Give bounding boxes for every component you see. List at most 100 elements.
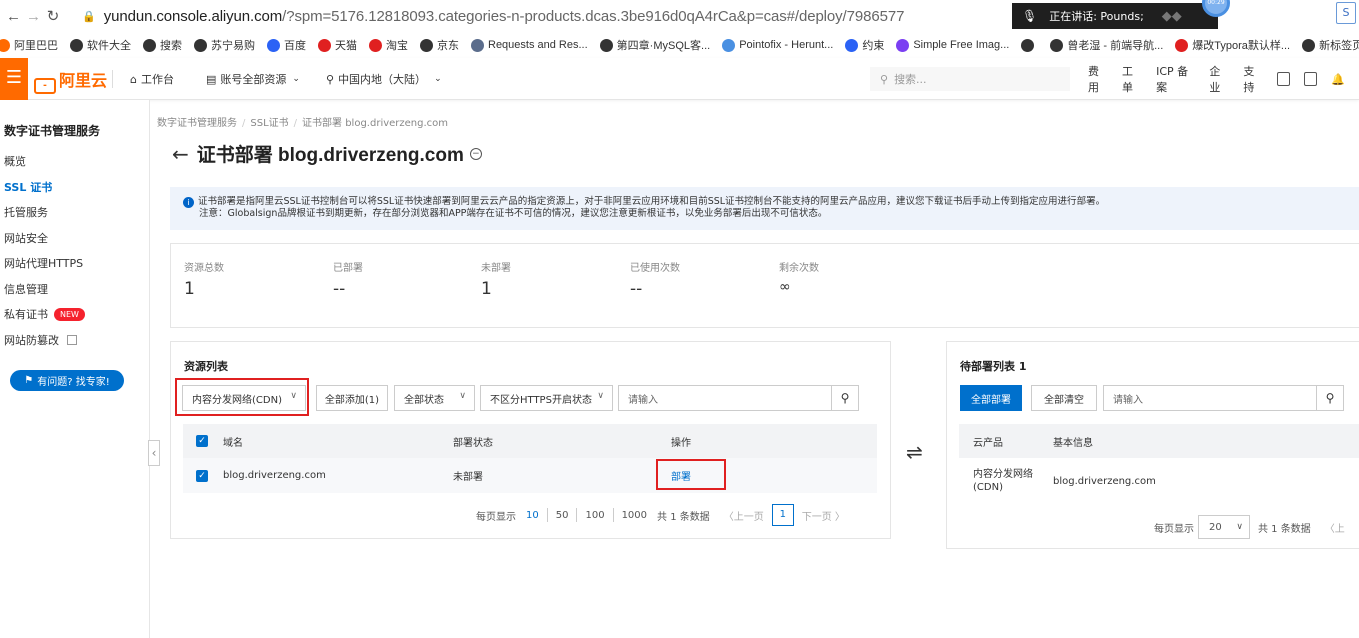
menu-hamburger-icon[interactable]: ☰ — [0, 58, 28, 100]
bookmark-item[interactable]: 京东 — [420, 37, 459, 53]
bookmark-item[interactable]: 阿里巴巴 — [0, 37, 58, 53]
bookmark-favicon-icon — [318, 38, 331, 52]
global-search-input[interactable]: ⚲ 搜索... — [870, 67, 1070, 91]
select-all-checkbox[interactable]: ✓ — [196, 435, 208, 447]
table-row: ✓ blog.driverzeng.com 未部署 部署 — [183, 458, 877, 493]
bookmark-item[interactable]: 新标签页 — [1302, 37, 1359, 53]
back-arrow-icon[interactable]: ← — [6, 8, 21, 25]
sidebar-collapse-handle[interactable]: ‹ — [148, 440, 160, 466]
sidebar-item-ssl[interactable]: SSL 证书 — [0, 175, 149, 201]
page-number-button[interactable]: 1 — [771, 504, 794, 526]
reload-icon[interactable]: ↻ — [46, 7, 60, 25]
stat-undeployed: 未部署 1 — [481, 263, 511, 299]
bookmark-item[interactable] — [1021, 38, 1038, 52]
bookmark-item[interactable]: 爆改Typora默认样... — [1175, 37, 1290, 53]
sidebar-item-overview[interactable]: 概览 — [0, 149, 149, 175]
billing-link[interactable]: 费用 — [1088, 63, 1108, 95]
resource-scope-dropdown[interactable]: ▤ 账号全部资源 ⌄ — [206, 68, 300, 90]
https-filter-select[interactable]: 不区分HTTPS开启状态 ∨ — [480, 385, 613, 411]
app-icon[interactable] — [1277, 72, 1291, 86]
info-icon[interactable]: − — [469, 147, 482, 160]
sidebar-item-private-cert[interactable]: 私有证书 NEW — [0, 302, 149, 328]
terminal-icon[interactable] — [1304, 72, 1318, 86]
page-size-option[interactable]: 10 — [526, 510, 539, 521]
sidebar-item-info[interactable]: 信息管理 — [0, 277, 149, 303]
pending-search-input[interactable]: 请输入 — [1103, 385, 1317, 411]
ticket-link[interactable]: 工单 — [1122, 63, 1142, 95]
chevron-down-icon: ∨ — [1236, 522, 1243, 532]
search-icon[interactable]: ⚲ — [831, 385, 859, 411]
sidebar-item-site-security[interactable]: 网站安全 — [0, 226, 149, 252]
row-checkbox[interactable]: ✓ — [196, 469, 208, 482]
support-link[interactable]: 支持 — [1243, 63, 1263, 95]
external-link-icon — [67, 335, 77, 346]
clear-all-button[interactable]: 全部清空 — [1031, 385, 1097, 411]
bookmark-item[interactable]: Simple Free Imag... — [896, 38, 1009, 52]
enterprise-link[interactable]: 企业 — [1209, 63, 1229, 95]
breadcrumb: 数字证书管理服务 / SSL证书 / 证书部署 blog.driverzeng.com — [157, 118, 449, 129]
bookmark-favicon-icon — [143, 38, 156, 52]
stat-total: 资源总数 1 — [184, 263, 224, 299]
sidebar-item-https-proxy[interactable]: 网站代理HTTPS — [0, 251, 149, 277]
bell-icon[interactable]: 🔔 — [1331, 73, 1345, 86]
bookmark-item[interactable]: Requests and Res... — [471, 38, 588, 52]
status-filter-select[interactable]: 全部状态 ∨ — [394, 385, 475, 411]
sidebar-title: 数字证书管理服务 — [4, 124, 101, 138]
new-badge: NEW — [54, 308, 85, 322]
info-icon: i — [183, 197, 194, 208]
icp-link[interactable]: ICP 备案 — [1156, 63, 1195, 95]
sidebar-item-hosting[interactable]: 托管服务 — [0, 200, 149, 226]
next-page-button[interactable]: 下一页 〉 — [802, 508, 845, 523]
bookmarks-bar: 阿里巴巴 软件大全 搜索 苏宁易购 百度 天猫 淘宝 京东 Requests and Res..… — [0, 32, 1359, 58]
lock-icon[interactable]: 🔒 — [82, 10, 96, 23]
bookmark-favicon-icon — [896, 38, 910, 52]
add-all-button[interactable]: 全部添加(1) — [316, 385, 388, 411]
prev-page-button[interactable]: 〈上一页 — [724, 508, 764, 523]
list-icon: ▤ — [206, 72, 217, 86]
bookmark-item[interactable]: 约束 — [845, 37, 884, 53]
page-size-option[interactable]: 50 — [556, 510, 569, 521]
stat-used: 已使用次数 -- — [630, 263, 680, 299]
chevron-down-icon: ⌄ — [292, 74, 300, 84]
page-size-option[interactable]: 1000 — [622, 510, 647, 521]
swap-arrows-icon: ⇌ — [906, 440, 923, 464]
bookmark-favicon-icon — [599, 38, 613, 52]
bookmark-item[interactable]: Pointofix - Herunt... — [722, 38, 833, 52]
forward-arrow-icon[interactable]: → — [26, 8, 41, 25]
ask-expert-button[interactable]: ⚑ 有问题? 找专家! — [10, 370, 124, 391]
deploy-all-button[interactable]: 全部部署 — [960, 385, 1022, 411]
stat-deployed: 已部署 -- — [333, 263, 363, 299]
resource-table-header: ✓ 域名 部署状态 操作 — [183, 424, 877, 458]
bookmark-favicon-icon — [1021, 38, 1035, 52]
url-field[interactable]: yundun.console.aliyun.com/?spm=5176.1281… — [104, 8, 905, 25]
back-arrow-icon[interactable]: ← — [172, 142, 189, 166]
bookmark-item[interactable]: 淘宝 — [369, 37, 408, 53]
bookmark-item[interactable]: 苏宁易购 — [194, 37, 255, 53]
bookmark-item[interactable]: 搜索 — [143, 37, 182, 53]
search-icon[interactable]: ⚲ — [1316, 385, 1344, 411]
highlight-box — [175, 378, 309, 416]
workbench-button[interactable]: ⌂ 工作台 — [130, 68, 174, 90]
bookmark-item[interactable]: 软件大全 — [70, 37, 131, 53]
pending-table-header: 云产品 基本信息 — [959, 424, 1359, 458]
console-topbar: ☰ - 阿里云 ⌂ 工作台 ▤ 账号全部资源 ⌄ ⚲ 中国内地（大陆） ⌄ ⚲ 搜索... 费… — [0, 58, 1359, 100]
region-dropdown[interactable]: ⚲ 中国内地（大陆） ⌄ — [326, 68, 442, 90]
page-size-option[interactable]: 100 — [585, 510, 604, 521]
bookmark-item[interactable]: 第四章·MySQL客... — [599, 37, 710, 53]
highlight-box — [656, 459, 726, 490]
extension-corner-icon[interactable]: S — [1336, 2, 1356, 24]
sidebar-item-anti-tamper[interactable]: 网站防篡改 — [0, 328, 149, 354]
resource-search-input[interactable]: 请输入 — [618, 385, 832, 411]
breadcrumb-item[interactable]: SSL证书 — [250, 118, 288, 129]
page-size-select[interactable]: 20 ∨ — [1198, 515, 1250, 539]
bookmark-item[interactable]: 曾老湿 - 前端导航... — [1050, 37, 1163, 53]
bookmark-favicon-icon — [845, 38, 859, 52]
bookmark-item[interactable]: 天猫 — [318, 37, 357, 53]
bookmark-favicon-icon — [1175, 38, 1189, 52]
prev-page-button[interactable]: 〈上 — [1325, 520, 1345, 535]
bookmark-favicon-icon — [70, 38, 83, 52]
breadcrumb-item[interactable]: 数字证书管理服务 — [157, 118, 237, 129]
bookmark-favicon-icon — [471, 38, 484, 52]
bookmark-item[interactable]: 百度 — [267, 37, 306, 53]
aliyun-logo[interactable]: - 阿里云 — [34, 67, 107, 94]
